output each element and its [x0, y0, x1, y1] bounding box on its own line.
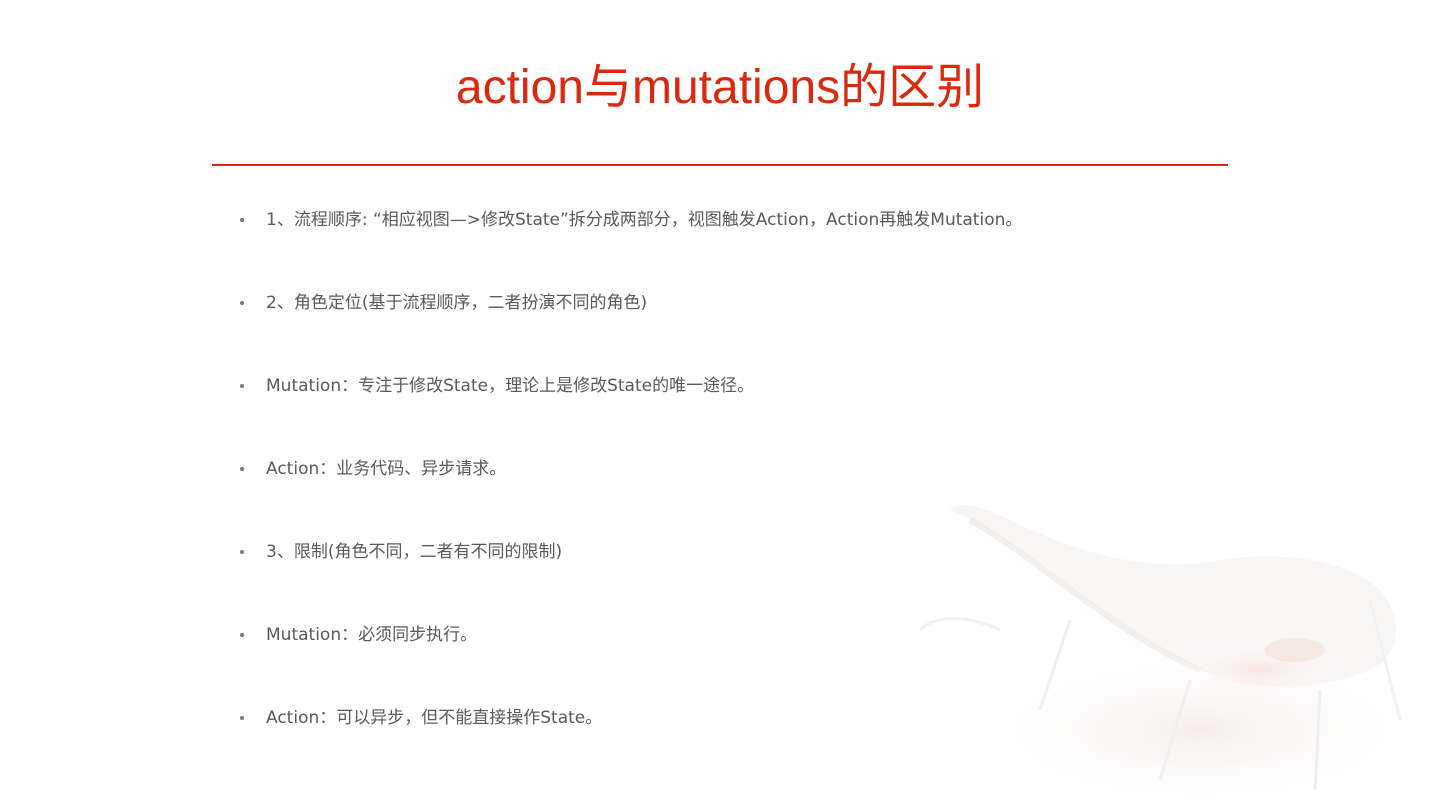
bullet-text: Mutation：必须同步执行。: [266, 625, 478, 645]
bullet-text: 3、限制(角色不同，二者有不同的限制): [266, 542, 563, 562]
bullet-dot-icon: [240, 550, 244, 554]
list-item: Mutation：专注于修改State，理论上是修改State的唯一途径。: [236, 370, 1196, 453]
list-item: Mutation：必须同步执行。: [236, 619, 1196, 702]
bullet-dot-icon: [240, 301, 244, 305]
list-item: Action：业务代码、异步请求。: [236, 453, 1196, 536]
bullet-dot-icon: [240, 716, 244, 720]
list-item: Action：可以异步，但不能直接操作State。: [236, 702, 1196, 785]
list-item: 3、限制(角色不同，二者有不同的限制): [236, 536, 1196, 619]
bullet-dot-icon: [240, 384, 244, 388]
list-item: 2、角色定位(基于流程顺序，二者扮演不同的角色): [236, 287, 1196, 370]
slide: action与mutations的区别 1、流程顺序: “相应视图—>修改Sta…: [0, 0, 1440, 810]
bullet-text: Action：可以异步，但不能直接操作State。: [266, 708, 603, 728]
list-item: 1、流程顺序: “相应视图—>修改State”拆分成两部分，视图触发Action…: [236, 204, 1196, 287]
bullet-text: 2、角色定位(基于流程顺序，二者扮演不同的角色): [266, 293, 648, 313]
bullet-dot-icon: [240, 467, 244, 471]
bullet-text: Action：业务代码、异步请求。: [266, 459, 507, 479]
bullet-text: 1、流程顺序: “相应视图—>修改State”拆分成两部分，视图触发Action…: [266, 210, 1023, 230]
bullet-dot-icon: [240, 218, 244, 222]
title-divider: [212, 164, 1228, 166]
bullet-dot-icon: [240, 633, 244, 637]
bullet-text: Mutation：专注于修改State，理论上是修改State的唯一途径。: [266, 376, 755, 396]
bullet-list: 1、流程顺序: “相应视图—>修改State”拆分成两部分，视图触发Action…: [236, 204, 1196, 785]
slide-title: action与mutations的区别: [455, 61, 985, 114]
